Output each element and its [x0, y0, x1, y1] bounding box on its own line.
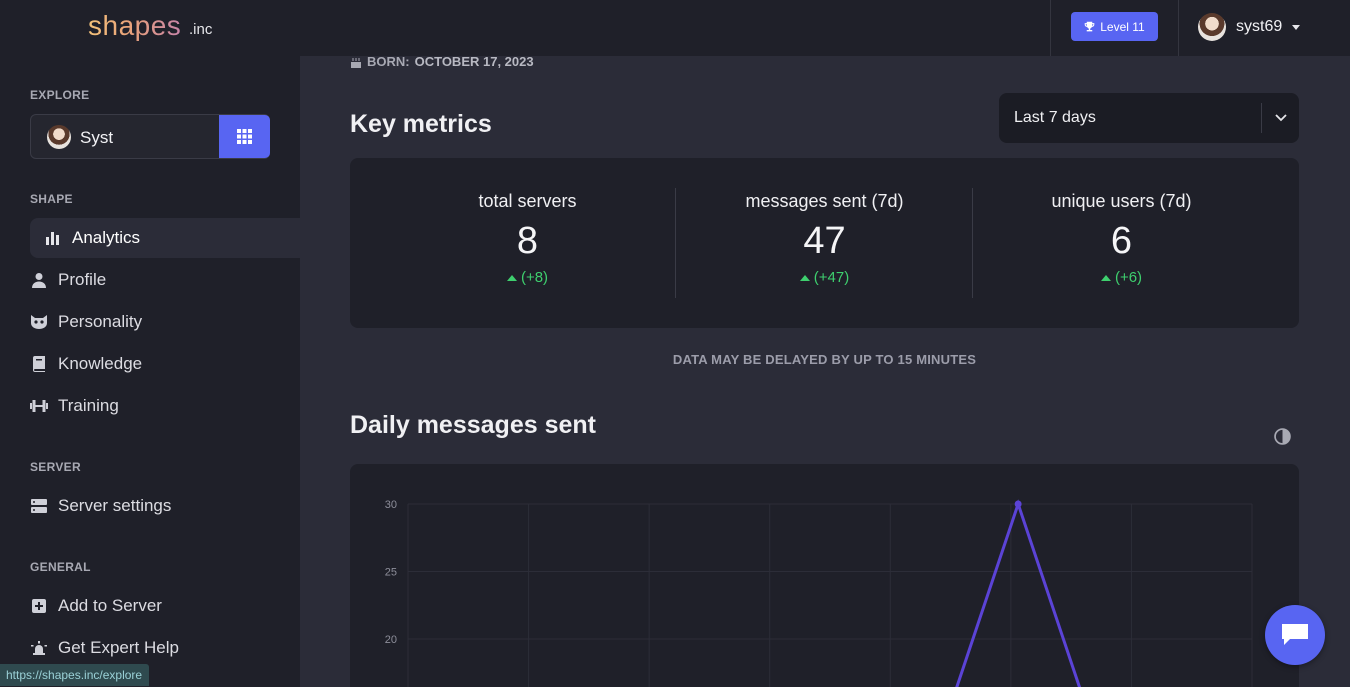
section-title-server: SERVER	[30, 460, 81, 474]
arrow-up-icon	[506, 274, 517, 281]
sidebar-item-get-expert-help[interactable]: Get Expert Help	[30, 628, 179, 668]
sidebar-item-label: Knowledge	[58, 354, 143, 373]
user-icon	[30, 271, 48, 289]
sidebar-item-server-settings[interactable]: Server settings	[30, 486, 171, 526]
born-label: BORN:	[367, 54, 410, 69]
username: syst69	[1236, 18, 1283, 35]
metric-value: 47	[803, 220, 846, 262]
level-label: Level 11	[1100, 19, 1145, 34]
level-badge-button[interactable]: Level 11	[1071, 12, 1158, 41]
sidebar: EXPLORE Syst SHAPE Analytics Profile Per…	[0, 56, 300, 687]
sidebar-item-label: Analytics	[72, 228, 141, 247]
sidebar-item-label: Get Expert Help	[58, 638, 179, 657]
user-menu[interactable]: syst69	[1198, 12, 1301, 42]
daily-messages-chart-card: 30 25 20	[350, 464, 1299, 687]
chart-y-tick-label: 20	[385, 634, 397, 646]
plus-square-icon	[30, 597, 48, 615]
sidebar-item-label: Personality	[58, 312, 143, 331]
born-date-value: OCTOBER 17, 2023	[414, 54, 534, 69]
sidebar-item-personality[interactable]: Personality	[30, 302, 142, 342]
avatar	[1198, 13, 1226, 41]
chart-y-tick-label: 25	[385, 567, 397, 579]
divider	[1261, 103, 1262, 133]
dumbbell-icon	[30, 397, 48, 415]
explore-shape-selector[interactable]: Syst	[30, 114, 270, 159]
metric-delta-value: (+8)	[520, 269, 549, 286]
date-range-value: Last 7 days	[1014, 109, 1096, 126]
book-icon	[30, 355, 48, 373]
key-metrics-heading: Key metrics	[350, 110, 492, 138]
chart-series-line	[955, 499, 1082, 687]
metric-unique-users: unique users (7d) 6 (+6)	[973, 188, 1270, 298]
mask-icon	[30, 313, 48, 331]
top-bar: shapes .inc Level 11 syst69	[0, 0, 1350, 56]
metric-messages-sent: messages sent (7d) 47 (+47)	[676, 188, 973, 298]
shape-avatar	[47, 125, 71, 149]
sidebar-item-label: Server settings	[58, 496, 172, 515]
sidebar-item-label: Training	[58, 396, 119, 415]
siren-icon	[30, 639, 48, 657]
sidebar-item-analytics[interactable]: Analytics	[30, 218, 300, 258]
section-title-general: GENERAL	[30, 560, 91, 574]
chart-data-point[interactable]	[1014, 500, 1022, 508]
divider	[1050, 0, 1051, 56]
sidebar-item-knowledge[interactable]: Knowledge	[30, 344, 142, 384]
sidebar-item-add-to-server[interactable]: Add to Server	[30, 586, 162, 626]
apps-grid-button[interactable]	[219, 115, 270, 158]
logo[interactable]: shapes	[88, 10, 181, 42]
data-delay-note: DATA MAY BE DELAYED BY UP TO 15 MINUTES	[672, 352, 977, 367]
chevron-down-icon	[1275, 114, 1287, 122]
metric-total-servers: total servers 8 (+8)	[379, 188, 676, 298]
metric-delta: (+8)	[379, 269, 676, 286]
date-range-select[interactable]: Last 7 days	[999, 93, 1299, 143]
arrow-up-icon	[799, 274, 810, 281]
metric-label: messages sent (7d)	[745, 191, 904, 211]
explore-shape-name: Syst	[80, 128, 114, 147]
key-metrics-card: total servers 8 (+8) messages sent (7d) …	[350, 158, 1299, 328]
logo-suffix[interactable]: .inc	[189, 21, 212, 38]
daily-messages-chart: 30 25 20	[385, 499, 1253, 687]
grid-icon	[237, 129, 252, 144]
metric-delta-value: (+6)	[1114, 269, 1143, 286]
status-bar-url: https://shapes.inc/explore	[0, 664, 149, 686]
trophy-icon	[1084, 21, 1095, 32]
chat-bubble-icon	[1282, 624, 1308, 645]
sidebar-item-profile[interactable]: Profile	[30, 260, 106, 300]
caret-down-icon	[1292, 24, 1301, 30]
chat-support-button[interactable]	[1265, 605, 1325, 665]
divider	[1178, 0, 1179, 56]
daily-messages-heading: Daily messages sent	[350, 411, 596, 439]
metric-delta-value: (+47)	[813, 269, 850, 286]
metric-label: total servers	[478, 191, 577, 211]
contrast-toggle-icon[interactable]	[1274, 428, 1291, 445]
metric-delta: (+6)	[973, 269, 1270, 286]
sidebar-item-label: Add to Server	[58, 596, 162, 615]
metric-value: 6	[1110, 220, 1133, 262]
arrow-up-icon	[1100, 274, 1111, 281]
sidebar-item-label: Profile	[58, 270, 107, 289]
section-title-explore: EXPLORE	[30, 88, 90, 102]
server-icon	[30, 497, 48, 515]
sidebar-item-training[interactable]: Training	[30, 386, 119, 426]
cake-icon	[351, 57, 361, 68]
section-title-shape: SHAPE	[30, 192, 73, 206]
metric-delta: (+47)	[676, 269, 973, 286]
chart-y-tick-label: 30	[385, 499, 397, 511]
metric-value: 8	[516, 220, 539, 262]
metric-label: unique users (7d)	[1051, 191, 1192, 211]
born-date: BORN: OCTOBER 17, 2023	[350, 54, 534, 69]
bar-chart-icon	[44, 229, 62, 247]
